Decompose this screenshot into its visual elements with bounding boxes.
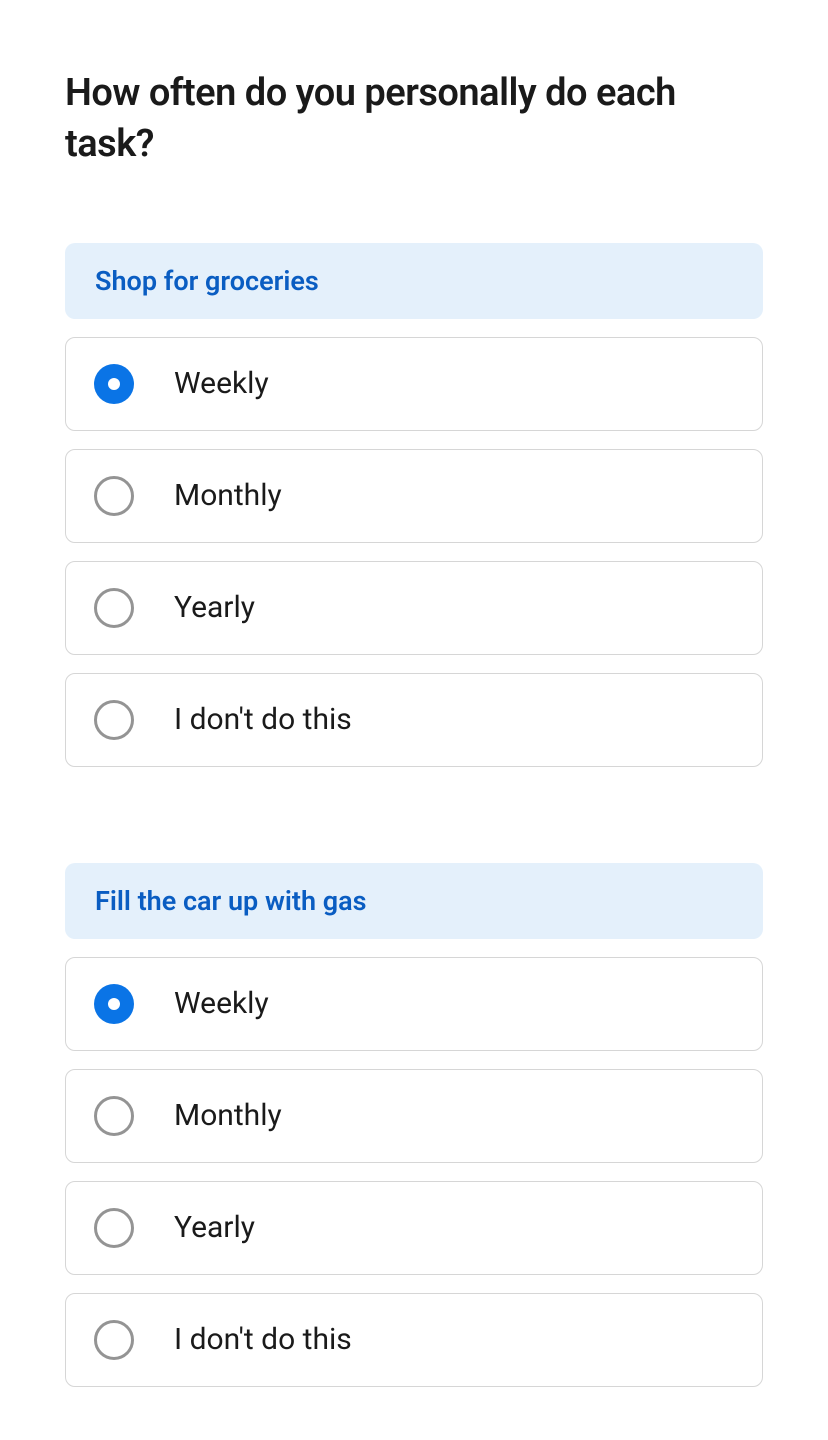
group-header: Fill the car up with gas xyxy=(65,863,763,939)
group-header: Shop for groceries xyxy=(65,243,763,319)
radio-unselected-icon xyxy=(94,476,134,516)
radio-label: Yearly xyxy=(174,590,255,625)
question-group-gas: Fill the car up with gas Weekly Monthly … xyxy=(65,863,763,1387)
radio-unselected-icon xyxy=(94,700,134,740)
radio-label: Yearly xyxy=(174,1210,255,1245)
radio-option-yearly[interactable]: Yearly xyxy=(65,1181,763,1275)
radio-label: Monthly xyxy=(174,478,282,513)
radio-unselected-icon xyxy=(94,1320,134,1360)
radio-option-weekly[interactable]: Weekly xyxy=(65,957,763,1051)
group-header-text: Fill the car up with gas xyxy=(95,885,367,917)
question-group-groceries: Shop for groceries Weekly Monthly Yearly… xyxy=(65,243,763,767)
radio-selected-icon xyxy=(94,364,134,404)
radio-option-monthly[interactable]: Monthly xyxy=(65,449,763,543)
question-title: How often do you personally do each task… xyxy=(65,68,763,171)
radio-label: I don't do this xyxy=(174,1322,352,1357)
radio-unselected-icon xyxy=(94,1096,134,1136)
radio-option-weekly[interactable]: Weekly xyxy=(65,337,763,431)
radio-option-yearly[interactable]: Yearly xyxy=(65,561,763,655)
radio-option-monthly[interactable]: Monthly xyxy=(65,1069,763,1163)
radio-unselected-icon xyxy=(94,1208,134,1248)
radio-selected-icon xyxy=(94,984,134,1024)
radio-label: Monthly xyxy=(174,1098,282,1133)
radio-label: Weekly xyxy=(174,366,269,401)
radio-option-dont-do-this[interactable]: I don't do this xyxy=(65,673,763,767)
radio-unselected-icon xyxy=(94,588,134,628)
radio-option-dont-do-this[interactable]: I don't do this xyxy=(65,1293,763,1387)
group-header-text: Shop for groceries xyxy=(95,265,319,297)
radio-label: Weekly xyxy=(174,986,269,1021)
radio-label: I don't do this xyxy=(174,702,352,737)
